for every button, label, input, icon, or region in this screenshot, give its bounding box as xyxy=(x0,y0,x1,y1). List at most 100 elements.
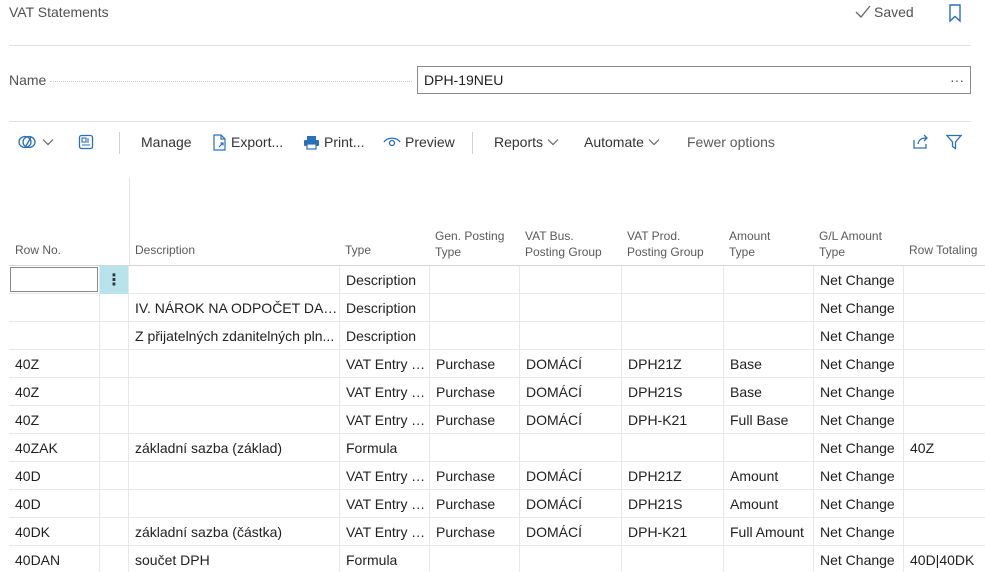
cell-amount-type[interactable] xyxy=(724,266,814,294)
cell-description[interactable] xyxy=(129,462,340,490)
header-amount-type[interactable]: Amount Type xyxy=(729,228,770,260)
name-field-more-button[interactable]: ··· xyxy=(950,72,964,88)
cell-vat-bus-posting-group[interactable]: DOMÁCÍ xyxy=(520,518,622,546)
cell-row-no[interactable]: 40Z xyxy=(9,378,99,406)
cell-vat-bus-posting-group[interactable]: DOMÁCÍ xyxy=(520,462,622,490)
cell-vat-bus-posting-group[interactable]: DOMÁCÍ xyxy=(520,350,622,378)
row-no-input[interactable] xyxy=(10,267,98,292)
cell-vat-bus-posting-group[interactable] xyxy=(520,546,622,572)
table-row[interactable]: IV. NÁROK NA ODPOČET DANĚ Description Net … xyxy=(9,294,985,322)
cell-vat-bus-posting-group[interactable]: DOMÁCÍ xyxy=(520,406,622,434)
cell-gen-posting-type[interactable]: Purchase xyxy=(430,406,520,434)
cell-amount-type[interactable]: Full Base xyxy=(724,406,814,434)
table-row[interactable]: 40Z VAT Entry T... Purchase DOMÁCÍ DPH21Z Bas… xyxy=(9,350,985,378)
cell-vat-prod-posting-group[interactable]: DPH-K21 xyxy=(622,518,724,546)
cell-row-totaling[interactable] xyxy=(904,294,985,322)
cell-type[interactable]: VAT Entry T... xyxy=(340,406,430,434)
cell-row-totaling[interactable] xyxy=(904,518,985,546)
cell-gl-amount-type[interactable]: Net Change xyxy=(814,266,904,294)
cell-row-totaling[interactable] xyxy=(904,490,985,518)
header-row-no[interactable]: Row No. xyxy=(15,242,61,258)
table-row[interactable]: 40DK základní sazba (částka) VAT Entry T..… xyxy=(9,518,985,546)
cell-amount-type[interactable]: Base xyxy=(724,350,814,378)
header-row-totaling[interactable]: Row Totaling xyxy=(909,242,977,258)
cell-row-totaling[interactable] xyxy=(904,350,985,378)
cell-gen-posting-type[interactable] xyxy=(430,266,520,294)
cell-type[interactable]: Description xyxy=(340,322,430,350)
cell-gl-amount-type[interactable]: Net Change xyxy=(814,434,904,462)
cell-row-totaling[interactable] xyxy=(904,406,985,434)
more-options-icon[interactable]: ⋮ xyxy=(106,272,122,289)
cell-gen-posting-type[interactable]: Purchase xyxy=(430,350,520,378)
cell-gen-posting-type[interactable] xyxy=(430,294,520,322)
header-type[interactable]: Type xyxy=(345,242,371,258)
header-vat-bus-posting-group[interactable]: VAT Bus. Posting Group xyxy=(525,228,602,260)
table-row[interactable]: 40D VAT Entry T... Purchase DOMÁCÍ DPH21Z Amo… xyxy=(9,462,985,490)
cell-amount-type[interactable] xyxy=(724,322,814,350)
table-row[interactable]: Description Net Change ⋮ xyxy=(9,266,985,294)
cell-row-no[interactable] xyxy=(9,266,99,294)
cell-vat-bus-posting-group[interactable] xyxy=(520,266,622,294)
name-field[interactable]: DPH-19NEU xyxy=(417,66,971,94)
cell-row-no[interactable]: 40D xyxy=(9,462,99,490)
share-button[interactable] xyxy=(912,128,930,156)
cell-gl-amount-type[interactable]: Net Change xyxy=(814,322,904,350)
table-row[interactable]: 40ZAK základní sazba (základ) Formula Net C… xyxy=(9,434,985,462)
cell-row-no[interactable]: 40D xyxy=(9,490,99,518)
cell-description[interactable]: základní sazba (základ) xyxy=(129,434,340,462)
cell-description[interactable] xyxy=(129,266,340,294)
cell-vat-prod-posting-group[interactable] xyxy=(622,294,724,322)
table-row[interactable]: Z přijatelných zdanitelných pln... Descri… xyxy=(9,322,985,350)
table-row[interactable]: 40D VAT Entry T... Purchase DOMÁCÍ DPH21S Amo… xyxy=(9,490,985,518)
cell-gen-posting-type[interactable] xyxy=(430,546,520,572)
export-button[interactable]: Export... xyxy=(212,128,283,156)
cell-gen-posting-type[interactable]: Purchase xyxy=(430,490,520,518)
cell-gen-posting-type[interactable]: Purchase xyxy=(430,378,520,406)
cell-row-no[interactable]: 40Z xyxy=(9,350,99,378)
cell-description[interactable] xyxy=(129,406,340,434)
cell-vat-prod-posting-group[interactable]: DPH21S xyxy=(622,378,724,406)
header-description[interactable]: Description xyxy=(135,242,195,258)
cell-vat-bus-posting-group[interactable]: DOMÁCÍ xyxy=(520,490,622,518)
cell-vat-prod-posting-group[interactable] xyxy=(622,434,724,462)
header-gen-posting-type[interactable]: Gen. Posting Type xyxy=(435,228,504,260)
table-row[interactable]: 40Z VAT Entry T... Purchase DOMÁCÍ DPH21S Bas… xyxy=(9,378,985,406)
cell-amount-type[interactable] xyxy=(724,294,814,322)
cell-gen-posting-type[interactable] xyxy=(430,434,520,462)
open-in-window-button[interactable] xyxy=(78,128,94,156)
preview-button[interactable]: Preview xyxy=(383,128,455,156)
cell-description[interactable] xyxy=(129,350,340,378)
cell-type[interactable]: Formula xyxy=(340,434,430,462)
cell-type[interactable]: VAT Entry T... xyxy=(340,378,430,406)
row-actions-cell[interactable]: ⋮ xyxy=(99,266,129,294)
cell-description[interactable] xyxy=(129,378,340,406)
header-vat-prod-posting-group[interactable]: VAT Prod. Posting Group xyxy=(627,228,704,260)
cell-type[interactable]: Description xyxy=(340,294,430,322)
cell-type[interactable]: VAT Entry T... xyxy=(340,350,430,378)
cell-row-totaling[interactable]: 40D|40DK xyxy=(904,546,985,572)
table-row[interactable]: 40Z VAT Entry T... Purchase DOMÁCÍ DPH-K21 Fu… xyxy=(9,406,985,434)
cell-description[interactable]: součet DPH xyxy=(129,546,340,572)
cell-description[interactable]: základní sazba (částka) xyxy=(129,518,340,546)
reports-menu-button[interactable]: Reports xyxy=(494,128,559,156)
cell-gl-amount-type[interactable]: Net Change xyxy=(814,490,904,518)
cell-row-no[interactable]: 40DK xyxy=(9,518,99,546)
cell-gl-amount-type[interactable]: Net Change xyxy=(814,406,904,434)
bookmark-icon[interactable] xyxy=(947,3,963,23)
cell-row-totaling[interactable] xyxy=(904,378,985,406)
cell-amount-type[interactable]: Full Amount xyxy=(724,518,814,546)
cell-type[interactable]: VAT Entry T... xyxy=(340,462,430,490)
cell-vat-bus-posting-group[interactable]: DOMÁCÍ xyxy=(520,378,622,406)
cell-vat-prod-posting-group[interactable]: DPH21Z xyxy=(622,462,724,490)
cell-row-totaling[interactable]: 40Z xyxy=(904,434,985,462)
cell-vat-prod-posting-group[interactable]: DPH21S xyxy=(622,490,724,518)
cell-row-totaling[interactable] xyxy=(904,462,985,490)
cell-row-no[interactable] xyxy=(9,322,99,350)
table-row[interactable]: 40DAN součet DPH Formula Net Change 40D|40DK xyxy=(9,546,985,572)
cell-vat-prod-posting-group[interactable]: DPH-K21 xyxy=(622,406,724,434)
cell-vat-prod-posting-group[interactable] xyxy=(622,546,724,572)
manage-button[interactable]: Manage xyxy=(141,128,192,156)
filter-button[interactable] xyxy=(946,128,962,156)
cell-amount-type[interactable] xyxy=(724,434,814,462)
cell-gl-amount-type[interactable]: Net Change xyxy=(814,518,904,546)
